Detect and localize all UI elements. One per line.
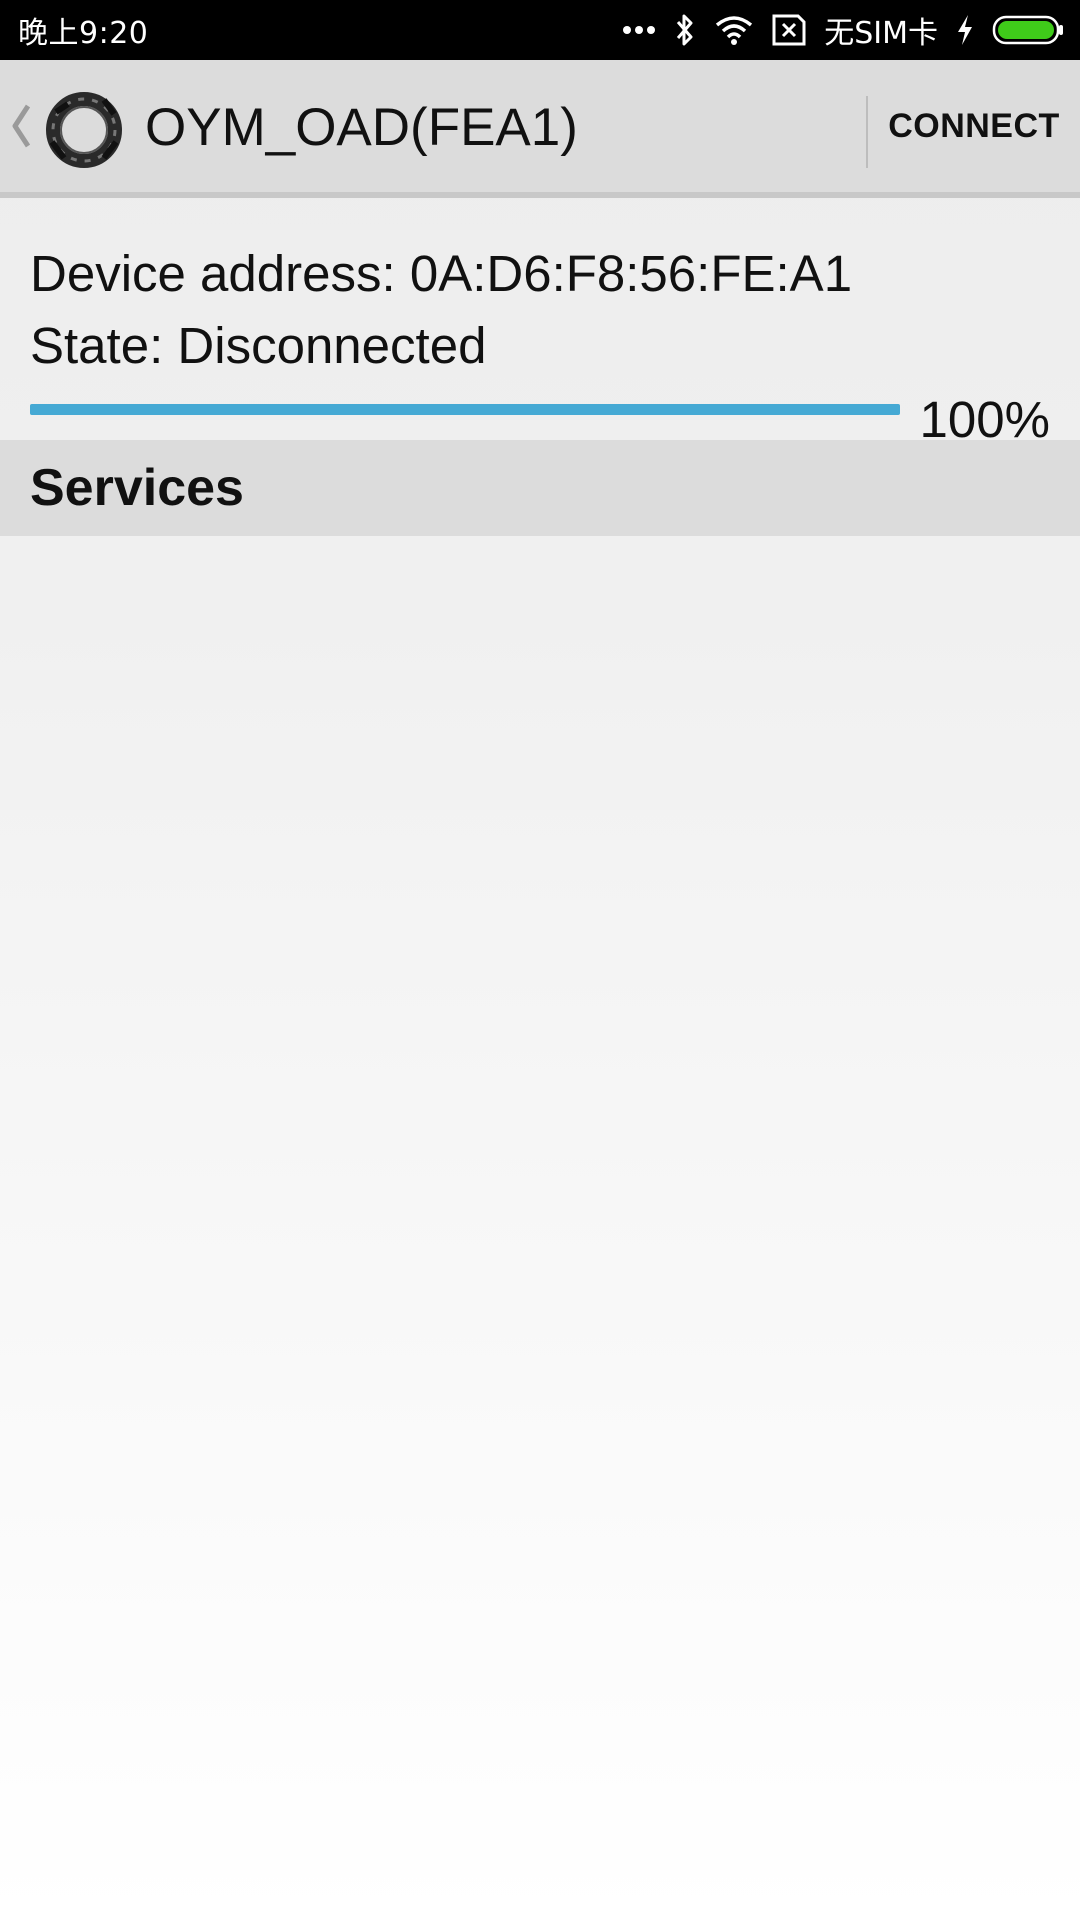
device-address: Device address: 0A:D6:F8:56:FE:A1 xyxy=(30,245,853,302)
app-logo-icon[interactable] xyxy=(44,90,124,170)
services-header: Services xyxy=(0,440,1080,536)
bluetooth-icon xyxy=(674,13,696,47)
wifi-icon xyxy=(714,14,754,46)
back-chevron-icon[interactable] xyxy=(10,102,32,150)
connect-button[interactable]: CONNECT xyxy=(868,60,1080,192)
status-carrier: 无SIM卡 xyxy=(824,16,938,51)
status-time: 晚上9:20 xyxy=(18,16,149,51)
app-title: OYM_OAD(FEA1) xyxy=(145,98,578,157)
device-state: State: Disconnected xyxy=(30,317,487,374)
status-icons: 无SIM卡 xyxy=(622,8,1064,52)
action-bar: OYM_OAD(FEA1) CONNECT xyxy=(0,60,1080,198)
more-dots-icon xyxy=(622,24,656,36)
progress-bar xyxy=(30,404,900,415)
status-bar: 晚上9:20 无SIM卡 xyxy=(0,0,1080,60)
sim-missing-icon xyxy=(772,14,806,46)
charging-icon xyxy=(956,14,974,46)
progress-fill xyxy=(30,404,900,415)
battery-icon xyxy=(992,14,1064,46)
services-label: Services xyxy=(30,459,244,517)
